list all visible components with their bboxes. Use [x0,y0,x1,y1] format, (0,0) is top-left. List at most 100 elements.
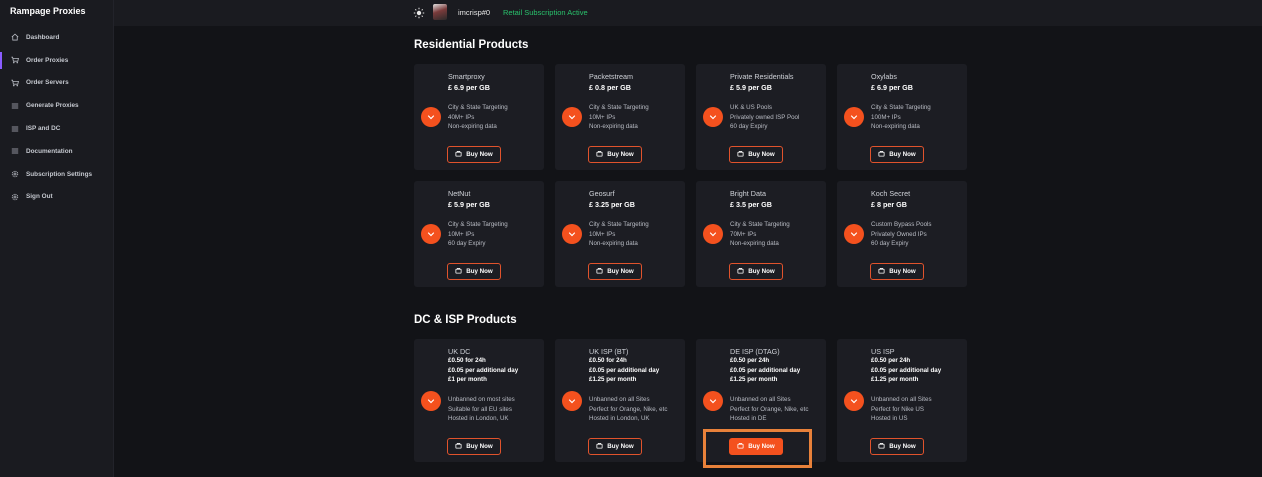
bag-icon [878,267,889,276]
bag-icon [596,267,607,276]
product-price: £0.05 per additional day [589,366,660,374]
product-feature: 60 day Expiry [448,240,486,247]
product-card-private-residentials: Private Residentials £ 5.9 per GB UK & US … [696,64,826,170]
product-feature: Hosted in US [871,415,908,422]
product-price: £ 6.9 per GB [871,83,913,92]
sidebar-item-label: Documentation [26,147,73,155]
list-icon [10,124,20,134]
bag-icon [737,150,748,159]
product-card-uk-isp-bt: UK ISP (BT) £0.50 for 24h £0.05 per additi… [555,339,685,462]
username: imcrisp#0 [458,8,491,17]
sidebar-item-label: Subscription Settings [26,170,93,178]
chevron-down-icon[interactable] [844,391,864,411]
buy-now-label: Buy Now [466,151,493,158]
product-feature: 40M+ IPs [448,113,475,121]
bag-icon [455,267,466,276]
sidebar-item-order-proxies[interactable]: Order Proxies [0,49,114,72]
product-name: Oxylabs [871,72,897,81]
product-price: £ 3.5 per GB [730,200,772,209]
product-name: Bright Data [730,189,766,198]
chevron-down-icon[interactable] [562,391,582,411]
buy-now-button[interactable]: Buy Now [588,146,642,163]
bag-icon [455,442,466,451]
buy-now-button[interactable]: Buy Now [588,263,642,280]
product-feature: 60 day Expiry [730,123,768,130]
product-feature: Perfect for Orange, Nike, etc [730,405,809,413]
product-feature: UK & US Pools [730,104,772,111]
chevron-down-icon[interactable] [703,391,723,411]
product-price: £0.50 per 24h [730,357,770,364]
product-feature: Unbanned on all Sites [871,396,932,403]
product-feature: Suitable for all EU sites [448,405,512,413]
sidebar-item-label: Order Servers [26,79,69,87]
chevron-down-icon[interactable] [421,107,441,127]
sidebar-item-dashboard[interactable]: Dashboard [0,26,114,49]
product-price: £0.05 per additional day [448,366,519,374]
buy-now-button[interactable]: Buy Now [447,263,501,280]
list-icon [10,101,20,111]
bag-icon [596,442,607,451]
chevron-down-icon[interactable] [421,391,441,411]
product-feature: Perfect for Orange, Nike, etc [589,405,668,413]
sidebar-item-sign-out[interactable]: Sign Out [0,186,114,209]
product-name: Smartproxy [448,72,485,81]
buy-now-button[interactable]: Buy Now [447,146,501,163]
chevron-down-icon[interactable] [844,224,864,244]
product-price: £0.50 for 24h [448,357,486,364]
sidebar-item-documentation[interactable]: Documentation [0,140,114,163]
buy-now-button[interactable]: Buy Now [588,438,642,455]
buy-now-label: Buy Now [607,268,634,275]
product-price: £ 5.9 per GB [448,200,490,209]
product-card-bright-data: Bright Data £ 3.5 per GB City & State Targ… [696,181,826,287]
product-price: £1 per month [448,376,487,383]
product-price: £ 6.9 per GB [448,83,490,92]
sidebar-item-label: Sign Out [26,193,53,201]
buy-now-button[interactable]: Buy Now [447,438,501,455]
buy-now-button[interactable]: Buy Now [729,146,783,163]
product-feature: Non-expiring data [730,240,779,247]
chevron-down-icon[interactable] [703,107,723,127]
buy-now-button[interactable]: Buy Now [870,438,924,455]
product-price: £0.50 per 24h [871,357,911,364]
product-price: £ 3.25 per GB [589,200,635,209]
sidebar-item-generate-proxies[interactable]: Generate Proxies [0,94,114,117]
product-feature: Privately owned ISP Pool [730,113,800,121]
gear-icon [10,169,20,179]
buy-now-label: Buy Now [748,268,775,275]
product-feature: 10M+ IPs [589,113,616,121]
product-card-uk-dc: UK DC £0.50 for 24h £0.05 per additional d… [414,339,544,462]
sidebar-item-subscription-settings[interactable]: Subscription Settings [0,163,114,186]
product-feature: 70M+ IPs [730,230,757,238]
product-name: DE ISP (DTAG) [730,347,780,356]
chevron-down-icon[interactable] [421,224,441,244]
sidebar-item-isp-and-dc[interactable]: ISP and DC [0,117,114,140]
buy-now-button[interactable]: Buy Now [870,146,924,163]
sidebar-item-order-servers[interactable]: Order Servers [0,72,114,95]
chevron-down-icon[interactable] [562,224,582,244]
product-card-koch-secret: Koch Secret £ 8 per GB Custom Bypass Pools… [837,181,967,287]
product-card-us-isp: US ISP £0.50 per 24h £0.05 per additional … [837,339,967,462]
buy-now-button[interactable]: Buy Now [729,263,783,280]
buy-now-label: Buy Now [466,268,493,275]
product-price: £1.25 per month [871,376,919,383]
chevron-down-icon[interactable] [844,107,864,127]
bag-icon [455,150,466,159]
cart-icon [10,78,20,88]
chevron-down-icon[interactable] [562,107,582,127]
sun-icon[interactable] [413,6,425,19]
bag-icon [596,150,607,159]
buy-now-button[interactable]: Buy Now [729,438,783,455]
avatar[interactable] [433,4,447,20]
product-feature: 100M+ IPs [871,113,901,121]
product-price: £0.05 per additional day [871,366,942,374]
product-card-packetstream: Packetstream £ 0.8 per GB City & State Tar… [555,64,685,170]
product-feature: City & State Targeting [448,221,508,228]
section-title-dc-isp: DC & ISP Products [414,314,517,326]
home-icon [10,32,20,42]
cart-icon [10,55,20,65]
product-price: £0.05 per additional day [730,366,801,374]
product-card-geosurf: Geosurf £ 3.25 per GB City & State Targeti… [555,181,685,287]
product-feature: 60 day Expiry [871,240,909,247]
chevron-down-icon[interactable] [703,224,723,244]
buy-now-button[interactable]: Buy Now [870,263,924,280]
